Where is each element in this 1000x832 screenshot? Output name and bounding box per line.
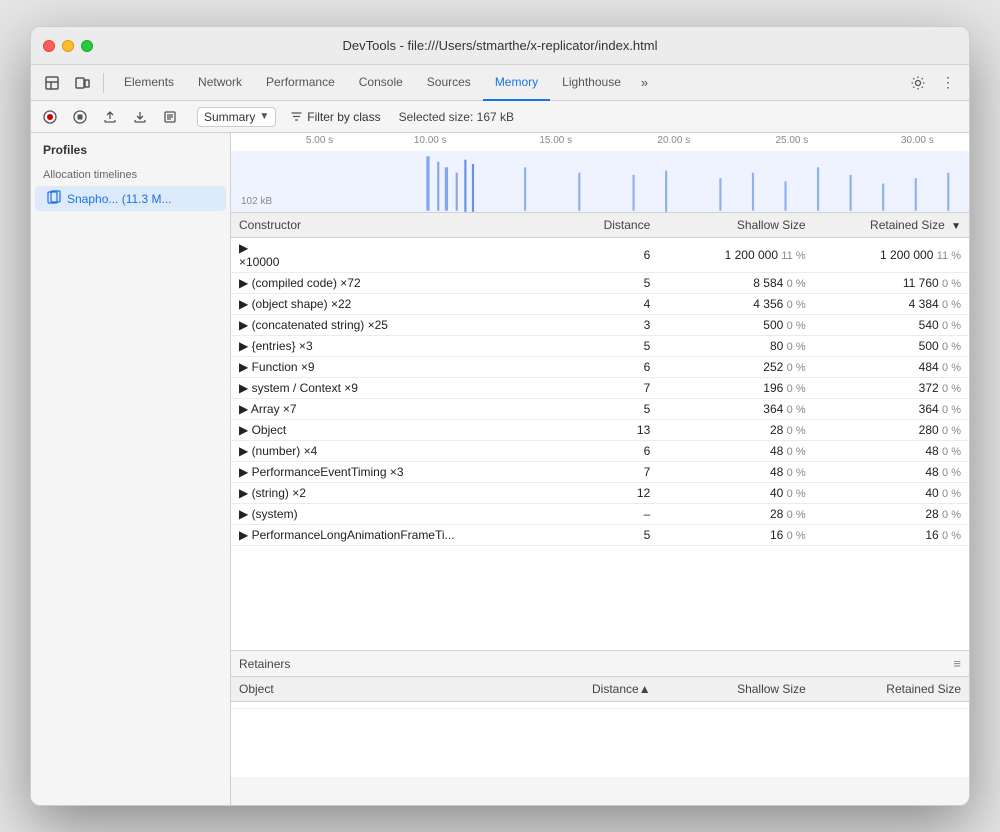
ret-col-distance[interactable]: Distance▲ (580, 677, 658, 702)
selected-size: Selected size: 167 kB (399, 110, 514, 124)
summary-dropdown[interactable]: Summary ▼ (197, 107, 276, 127)
tab-elements[interactable]: Elements (112, 65, 186, 101)
table-row[interactable]: ▶ (system) – 28 0 % 28 0 % (231, 504, 969, 525)
retainers-header: Retainers ≡ (231, 651, 969, 677)
action-bar: Summary ▼ Filter by class Selected size:… (31, 101, 969, 133)
window-title: DevTools - file:///Users/stmarthe/x-repl… (343, 38, 658, 53)
table-row[interactable]: ▶ PerformanceLongAnimationFrameTi... 5 1… (231, 525, 969, 546)
ret-col-shallow[interactable]: Shallow Size (659, 677, 814, 702)
ruler-mark-10s: 10.00 s (414, 135, 447, 146)
panel-area: 5.00 s 10.00 s 15.00 s 20.00 s 25.00 s 3… (231, 133, 969, 805)
timeline-chart (231, 151, 969, 213)
summary-controls: Summary ▼ Filter by class Selected size:… (197, 107, 514, 127)
device-icon[interactable] (69, 70, 95, 96)
table-row[interactable]: ▶ Array ×7 5 364 0 % 364 0 % (231, 399, 969, 420)
bottom-panel: Retainers ≡ Object Distance▲ (231, 650, 969, 805)
ruler-mark-30s: 30.00 s (901, 135, 934, 146)
sidebar-section: Allocation timelines (31, 163, 230, 185)
retainers-table-area[interactable]: Object Distance▲ Shallow Size Retained S… (231, 677, 969, 777)
inspect-icon[interactable] (39, 70, 65, 96)
table-row[interactable]: ▶ (compiled code) ×72 5 8 584 0 % 11 760… (231, 273, 969, 294)
download-icon[interactable] (129, 106, 151, 128)
tab-bar: Elements Network Performance Console Sou… (31, 65, 969, 101)
ruler-mark-5s: 5.00 s (306, 135, 333, 146)
tabs-container: Elements Network Performance Console Sou… (112, 65, 901, 101)
clear-icon[interactable] (159, 106, 181, 128)
col-constructor[interactable]: Constructor (231, 213, 581, 238)
retainers-table: Object Distance▲ Shallow Size Retained S… (231, 677, 969, 709)
col-retained-size[interactable]: Retained Size ▼ (814, 213, 969, 238)
filter-button[interactable]: Filter by class (282, 108, 388, 126)
sort-icon: ▼ (951, 221, 961, 232)
upload-icon[interactable] (99, 106, 121, 128)
stop-icon[interactable] (69, 106, 91, 128)
devtools-window: DevTools - file:///Users/stmarthe/x-repl… (30, 26, 970, 806)
table-row[interactable]: ▶ ×10000 6 1 200 000 11 % 1 200 000 11 % (231, 238, 969, 273)
sidebar-item-label: Snapho... (11.3 M... (67, 192, 172, 206)
col-distance[interactable]: Distance (581, 213, 659, 238)
table-row[interactable]: ▶ Object 13 28 0 % 280 0 % (231, 420, 969, 441)
tab-performance[interactable]: Performance (254, 65, 347, 101)
table-row[interactable]: ▶ PerformanceEventTiming ×3 7 48 0 % 48 … (231, 462, 969, 483)
close-button[interactable] (43, 40, 55, 52)
ruler-mark-25s: 25.00 s (775, 135, 808, 146)
sidebar-header: Profiles (31, 133, 230, 163)
tab-sources[interactable]: Sources (415, 65, 483, 101)
table-row[interactable]: ▶ (concatenated string) ×25 3 500 0 % 54… (231, 315, 969, 336)
traffic-lights (43, 40, 93, 52)
toolbar-right: ⋮ (905, 70, 961, 96)
table-body: ▶ ×10000 6 1 200 000 11 % 1 200 000 11 %… (231, 238, 969, 546)
record-icon[interactable] (39, 106, 61, 128)
sidebar-item-snapshot[interactable]: Snapho... (11.3 M... (35, 186, 226, 211)
table-row[interactable]: ▶ system / Context ×9 7 196 0 % 372 0 % (231, 378, 969, 399)
titlebar: DevTools - file:///Users/stmarthe/x-repl… (31, 27, 969, 65)
toolbar-separator (103, 73, 104, 93)
table-row (231, 702, 969, 709)
table-row[interactable]: ▶ (object shape) ×22 4 4 356 0 % 4 384 0… (231, 294, 969, 315)
table-row[interactable]: ▶ (number) ×4 6 48 0 % 48 0 % (231, 441, 969, 462)
settings-icon[interactable] (905, 70, 931, 96)
tab-memory[interactable]: Memory (483, 65, 550, 101)
maximize-button[interactable] (81, 40, 93, 52)
table-header: Constructor Distance Shallow Size Retain… (231, 213, 969, 238)
minimize-button[interactable] (62, 40, 74, 52)
filter-icon (290, 110, 303, 123)
main-content: Profiles Allocation timelines Snapho... … (31, 133, 969, 805)
ruler-mark-20s: 20.00 s (657, 135, 690, 146)
timeline-area[interactable]: 5.00 s 10.00 s 15.00 s 20.00 s 25.00 s 3… (231, 133, 969, 213)
timeline-ruler: 5.00 s 10.00 s 15.00 s 20.00 s 25.00 s 3… (231, 135, 969, 151)
sidebar: Profiles Allocation timelines Snapho... … (31, 133, 231, 805)
more-tabs-button[interactable]: » (633, 65, 656, 101)
table-row[interactable]: ▶ {entries} ×3 5 80 0 % 500 0 % (231, 336, 969, 357)
constructor-table-area[interactable]: Constructor Distance Shallow Size Retain… (231, 213, 969, 650)
tab-lighthouse[interactable]: Lighthouse (550, 65, 633, 101)
constructor-table: Constructor Distance Shallow Size Retain… (231, 213, 969, 546)
col-shallow-size[interactable]: Shallow Size (658, 213, 813, 238)
more-options-icon[interactable]: ⋮ (935, 70, 961, 96)
ret-col-retained[interactable]: Retained Size (814, 677, 969, 702)
timeline-kb-label: 102 kB (241, 196, 272, 207)
ruler-mark-15s: 15.00 s (539, 135, 572, 146)
table-row[interactable]: ▶ (string) ×2 12 40 0 % 40 0 % (231, 483, 969, 504)
table-row[interactable]: ▶ Function ×9 6 252 0 % 484 0 % (231, 357, 969, 378)
tab-network[interactable]: Network (186, 65, 254, 101)
ret-col-object[interactable]: Object (231, 677, 580, 702)
retainers-table-body (231, 702, 969, 709)
retainers-menu-icon[interactable]: ≡ (953, 656, 961, 671)
retainers-table-header: Object Distance▲ Shallow Size Retained S… (231, 677, 969, 702)
retainers-title: Retainers (239, 657, 290, 671)
tab-console[interactable]: Console (347, 65, 415, 101)
snapshot-icon (47, 190, 61, 207)
dropdown-arrow-icon: ▼ (259, 111, 269, 122)
